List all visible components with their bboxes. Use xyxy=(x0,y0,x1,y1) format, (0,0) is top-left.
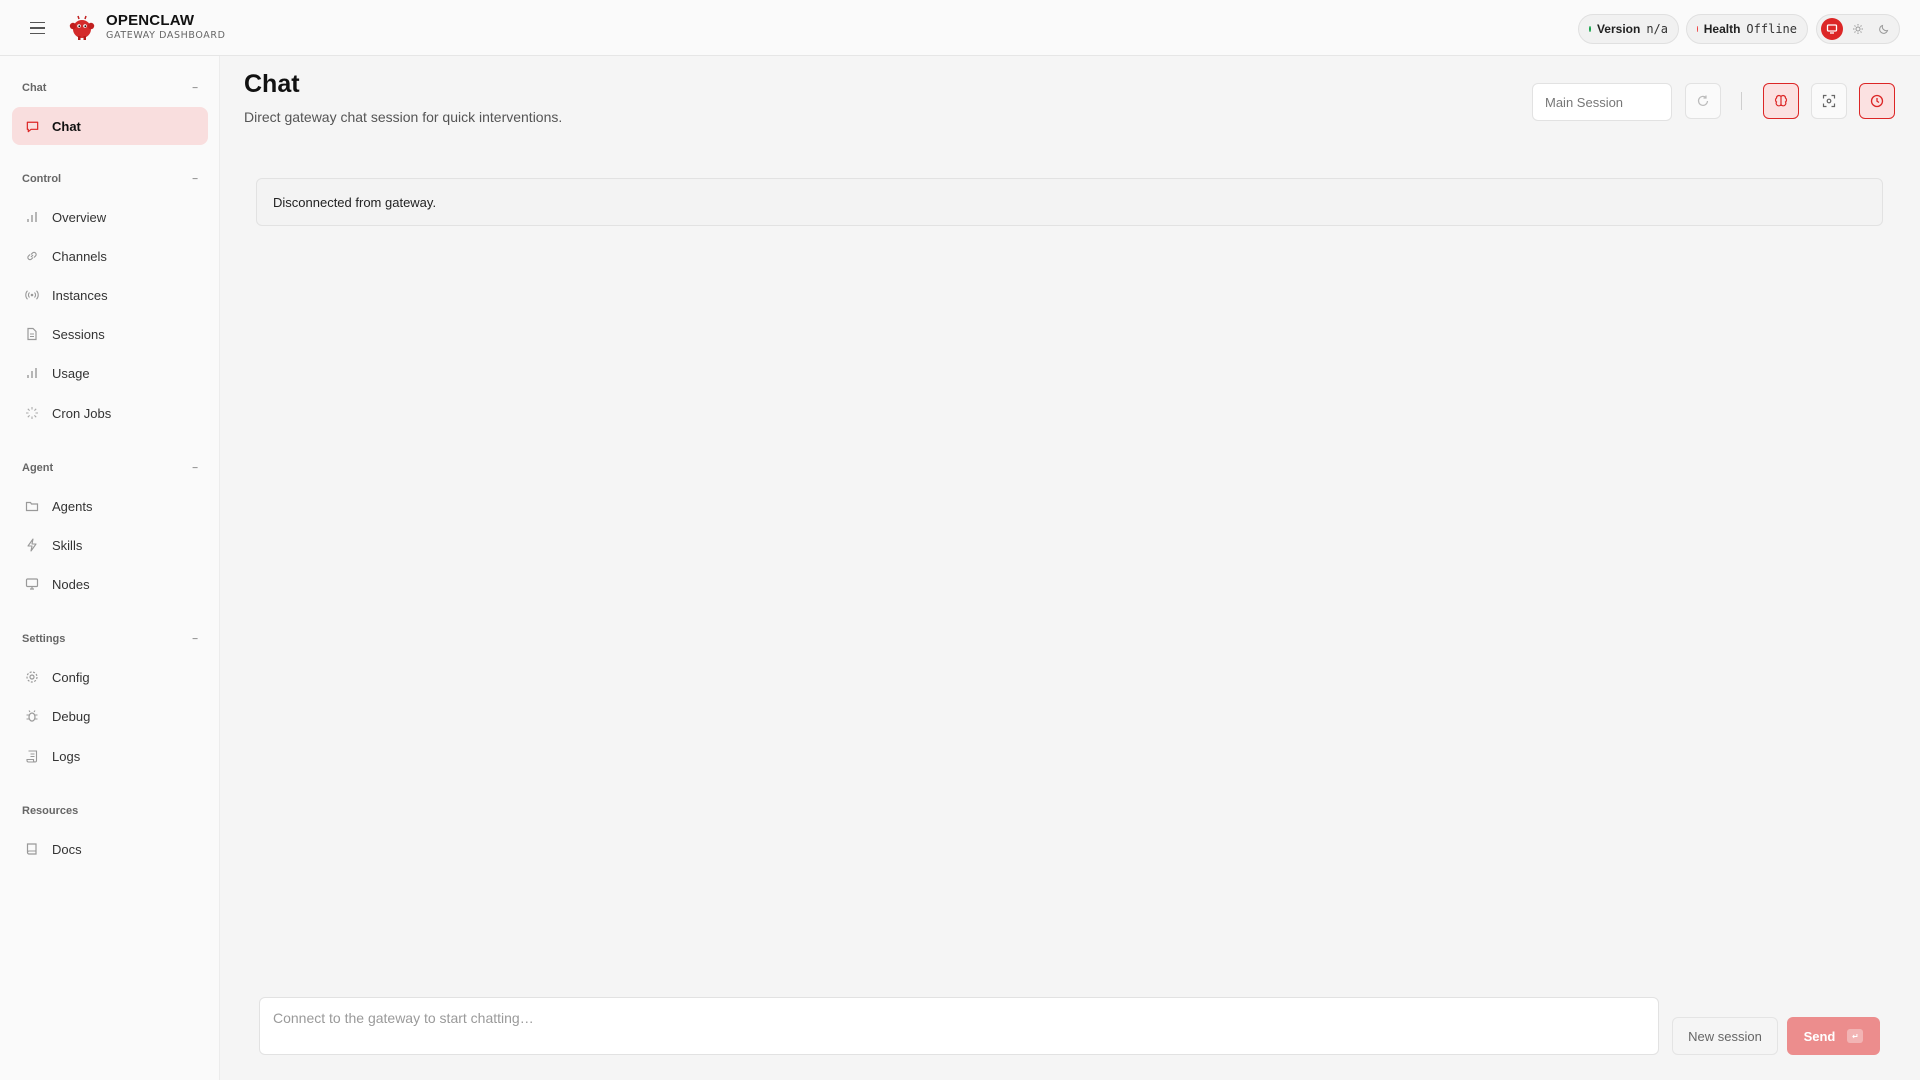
main-content: Chat Direct gateway chat session for qui… xyxy=(220,56,1920,1080)
sidebar-item-label: Docs xyxy=(52,841,82,857)
theme-light-button[interactable] xyxy=(1847,18,1869,40)
sidebar-item-docs[interactable]: Docs xyxy=(12,830,208,868)
sidebar-item-label: Instances xyxy=(52,287,108,303)
sidebar-item-agents[interactable]: Agents xyxy=(12,487,208,525)
link-icon xyxy=(24,248,40,264)
sidebar-item-overview[interactable]: Overview xyxy=(12,198,208,236)
history-button[interactable] xyxy=(1859,83,1895,119)
clock-icon xyxy=(1870,94,1884,108)
sidebar-item-instances[interactable]: Instances xyxy=(12,276,208,314)
sidebar-item-label: Cron Jobs xyxy=(52,405,112,421)
section-title: Settings xyxy=(22,633,66,645)
folder-icon xyxy=(24,498,40,514)
monitor-icon xyxy=(24,576,40,592)
bar-chart-icon xyxy=(24,365,40,381)
section-header-settings[interactable]: Settings − xyxy=(22,630,198,648)
brand: OPENCLAW GATEWAY DASHBOARD xyxy=(106,12,225,42)
sidebar-item-sessions[interactable]: Sessions xyxy=(12,315,208,353)
gear-icon xyxy=(24,669,40,685)
sidebar-item-label: Debug xyxy=(52,708,91,724)
section-title: Chat xyxy=(22,82,47,94)
new-session-button[interactable]: New session xyxy=(1672,1017,1778,1055)
page-title: Chat xyxy=(244,70,300,98)
brain-icon xyxy=(1774,94,1788,107)
section-header-resources: Resources xyxy=(22,802,198,820)
sidebar-item-label: Sessions xyxy=(52,326,105,342)
book-icon xyxy=(24,841,40,857)
sidebar-item-nodes[interactable]: Nodes xyxy=(12,565,208,603)
sidebar-item-chat[interactable]: Chat xyxy=(12,107,208,145)
refresh-button[interactable] xyxy=(1685,83,1721,119)
scroll-icon xyxy=(24,748,40,764)
monitor-icon xyxy=(1826,24,1838,34)
section-header-control[interactable]: Control − xyxy=(22,170,198,188)
sidebar-item-channels[interactable]: Channels xyxy=(12,237,208,275)
health-value: Offline xyxy=(1746,22,1797,36)
top-bar: OPENCLAW GATEWAY DASHBOARD Version n/a H… xyxy=(0,0,1920,56)
collapse-icon[interactable]: − xyxy=(192,83,198,94)
moon-icon xyxy=(1879,24,1889,34)
sidebar-item-config[interactable]: Config xyxy=(12,658,208,696)
theme-system-button[interactable] xyxy=(1821,18,1843,40)
sidebar-item-usage[interactable]: Usage xyxy=(12,354,208,392)
bug-icon xyxy=(24,708,40,724)
menu-icon[interactable] xyxy=(27,17,49,39)
status-dot-icon xyxy=(1589,26,1591,32)
collapse-icon[interactable]: − xyxy=(192,634,198,645)
enter-key-icon: ↵ xyxy=(1847,1029,1864,1043)
section-title: Resources xyxy=(22,805,79,817)
version-value: n/a xyxy=(1646,22,1668,36)
message-icon xyxy=(24,118,40,134)
file-icon xyxy=(24,326,40,342)
sidebar-item-label: Usage xyxy=(52,365,90,381)
connection-alert: Disconnected from gateway. xyxy=(256,178,1883,226)
section-title: Agent xyxy=(22,462,54,474)
section-title: Control xyxy=(22,173,62,185)
send-button[interactable]: Send ↵ xyxy=(1787,1017,1880,1055)
theme-switcher xyxy=(1816,14,1900,44)
page-subtitle: Direct gateway chat session for quick in… xyxy=(244,109,563,125)
sidebar: Chat − Chat Control − Overview Channels … xyxy=(0,56,220,1080)
sidebar-item-label: Channels xyxy=(52,248,107,264)
sidebar-item-label: Config xyxy=(52,669,90,685)
bar-chart-icon xyxy=(24,209,40,225)
sidebar-item-label: Skills xyxy=(52,537,83,553)
health-label: Health xyxy=(1703,22,1741,36)
sidebar-item-cron-jobs[interactable]: Cron Jobs xyxy=(12,394,208,432)
sidebar-item-skills[interactable]: Skills xyxy=(12,526,208,564)
session-select[interactable]: Main Session xyxy=(1532,83,1672,121)
sidebar-item-label: Logs xyxy=(52,748,81,764)
collapse-icon[interactable]: − xyxy=(192,174,198,185)
zap-icon xyxy=(24,537,40,553)
section-header-chat[interactable]: Chat − xyxy=(22,79,198,97)
loader-icon xyxy=(24,405,40,421)
logo xyxy=(69,15,95,40)
toolbar-divider xyxy=(1741,92,1742,110)
collapse-icon[interactable]: − xyxy=(192,463,198,474)
status-dot-icon xyxy=(1697,26,1698,32)
sidebar-item-label: Chat xyxy=(52,118,81,134)
sidebar-item-label: Agents xyxy=(52,498,93,514)
health-badge: Health Offline xyxy=(1686,14,1808,44)
sidebar-item-logs[interactable]: Logs xyxy=(12,737,208,775)
thinking-toggle-button[interactable] xyxy=(1763,83,1799,119)
sidebar-item-label: Overview xyxy=(52,209,107,225)
version-badge: Version n/a xyxy=(1578,14,1679,44)
brand-name: OPENCLAW xyxy=(106,12,195,29)
section-header-agent[interactable]: Agent − xyxy=(22,459,198,477)
radio-icon xyxy=(24,287,40,303)
refresh-icon xyxy=(1697,95,1709,106)
focus-icon xyxy=(1822,94,1836,108)
sidebar-item-debug[interactable]: Debug xyxy=(12,697,208,735)
brand-subtitle: GATEWAY DASHBOARD xyxy=(106,30,226,41)
sun-icon xyxy=(1853,24,1863,34)
message-input[interactable] xyxy=(259,997,1659,1055)
version-label: Version xyxy=(1596,22,1641,36)
focus-mode-button[interactable] xyxy=(1811,83,1847,119)
theme-dark-button[interactable] xyxy=(1873,18,1895,40)
sidebar-item-label: Nodes xyxy=(52,576,90,592)
send-label: Send xyxy=(1803,1028,1836,1044)
